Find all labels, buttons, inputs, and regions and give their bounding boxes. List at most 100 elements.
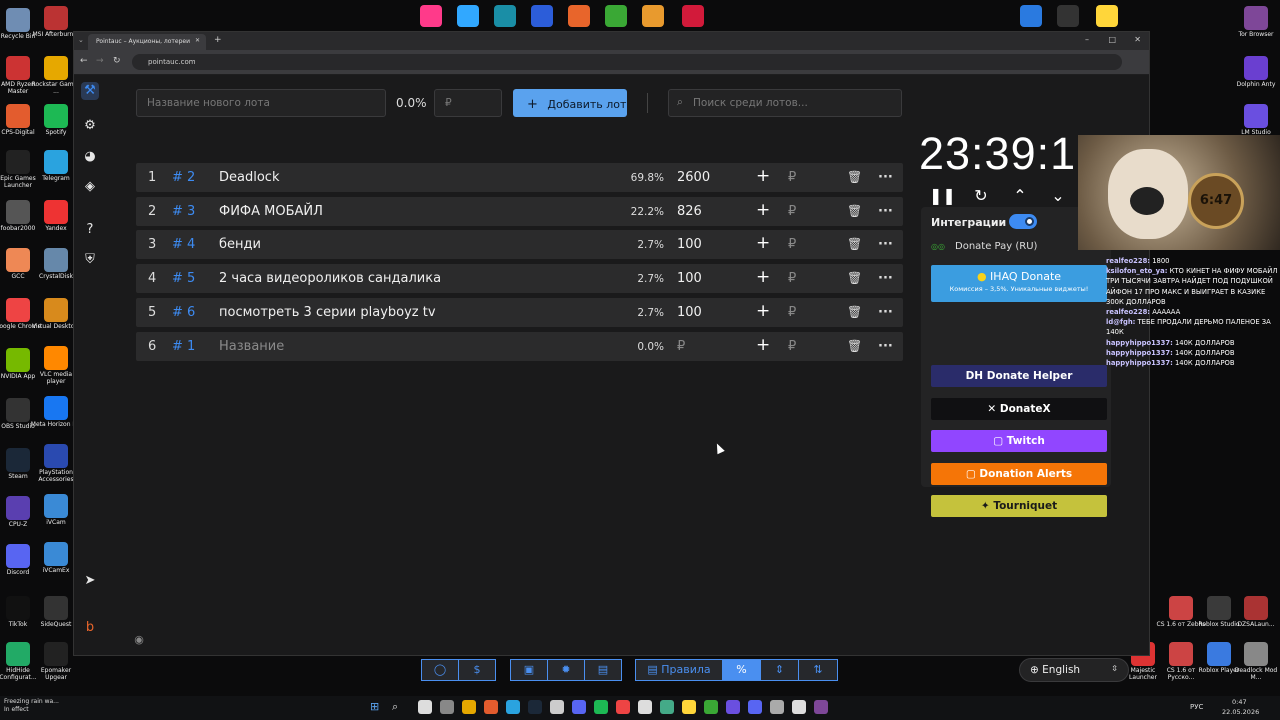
desktop-icon[interactable]: DZSALaun... <box>1230 596 1280 629</box>
desktop-icon[interactable]: Deadlock Mod M... <box>1230 642 1280 682</box>
taskbar-app-icon[interactable] <box>506 700 520 714</box>
start-icon[interactable]: ⊞ <box>370 700 379 713</box>
taskbar-app-icon[interactable] <box>572 700 586 714</box>
taskbar-app-icon[interactable] <box>660 700 674 714</box>
lot-amount[interactable]: 100 <box>677 237 702 252</box>
more-options-icon[interactable]: ··· <box>878 339 893 354</box>
add-amount-icon[interactable]: + <box>756 301 770 321</box>
sort-icon[interactable]: ⇅ <box>798 659 838 681</box>
taskbar-app-icon[interactable] <box>770 700 784 714</box>
search-lots-input[interactable]: ⌕ Поиск среди лотов... <box>668 89 902 117</box>
timer-down-icon[interactable]: ⌄ <box>1047 186 1069 205</box>
taskbar-app-icon[interactable] <box>748 700 762 714</box>
lot-amount[interactable]: 100 <box>677 305 702 320</box>
app-shortcut-icon[interactable] <box>420 5 442 27</box>
bug-icon[interactable]: ✹ <box>547 659 585 681</box>
app-shortcut-icon[interactable] <box>1057 5 1079 27</box>
boosty-icon[interactable]: b <box>81 619 99 637</box>
weather-widget[interactable]: Freezing rain wa... In effect <box>4 698 59 714</box>
tab-list-icon[interactable]: ⌄ <box>78 36 84 44</box>
taskbar-app-icon[interactable] <box>726 700 740 714</box>
desktop-icon[interactable]: LM Studio <box>1230 104 1280 137</box>
add-lot-button[interactable]: + Добавить лот <box>513 89 627 117</box>
language-select[interactable]: ⊕ English ⇳ <box>1019 658 1129 682</box>
more-options-icon[interactable]: ··· <box>878 237 893 252</box>
taskbar-app-icon[interactable] <box>682 700 696 714</box>
forward-icon[interactable]: → <box>96 56 104 66</box>
taskbar-app-icon[interactable] <box>462 700 476 714</box>
help-icon[interactable]: ? <box>81 221 99 239</box>
lot-amount[interactable]: 100 <box>677 271 702 286</box>
lot-amount[interactable]: 826 <box>677 204 702 219</box>
app-shortcut-icon[interactable] <box>682 5 704 27</box>
integration-button[interactable]: ✦ Tourniquet <box>931 495 1107 517</box>
desktop-icon[interactable]: Tor Browser <box>1230 6 1280 39</box>
browser-tab[interactable]: Pointauc – Аукционы, лотереи ✕ <box>88 34 206 50</box>
lot-name[interactable]: бенди <box>219 237 261 252</box>
taskbar-app-icon[interactable] <box>440 700 454 714</box>
taskbar-app-icon[interactable] <box>594 700 608 714</box>
taskbar-app-icon[interactable] <box>638 700 652 714</box>
integration-button[interactable]: ▢ Twitch <box>931 430 1107 452</box>
lot-name[interactable]: Deadlock <box>219 170 279 185</box>
taskbar-search-icon[interactable]: ⌕ <box>392 700 398 714</box>
telegram-icon[interactable]: ➤ <box>81 572 99 590</box>
new-tab-icon[interactable]: + <box>214 35 222 45</box>
integrations-toggle[interactable] <box>1009 214 1037 229</box>
shield-icon[interactable]: ⛨ <box>81 251 99 269</box>
compress-icon[interactable]: ⇕ <box>760 659 799 681</box>
amount-input[interactable]: ₽ <box>788 305 796 320</box>
tab-close-icon[interactable]: ✕ <box>195 37 200 44</box>
add-amount-icon[interactable]: + <box>756 335 770 355</box>
rules-button[interactable]: ▤ Правила <box>635 659 723 681</box>
taskbar-app-icon[interactable] <box>528 700 542 714</box>
lot-name[interactable]: посмотреть 3 серии playboyz tv <box>219 305 436 320</box>
trash-icon[interactable]: 🗑 <box>847 339 862 353</box>
minimize-icon[interactable]: – <box>1085 35 1089 44</box>
app-shortcut-icon[interactable] <box>1096 5 1118 27</box>
app-shortcut-icon[interactable] <box>605 5 627 27</box>
more-options-icon[interactable]: ··· <box>878 170 893 185</box>
amount-input[interactable]: ₽ <box>788 204 796 219</box>
add-amount-icon[interactable]: + <box>756 233 770 253</box>
save-icon[interactable]: ▣ <box>510 659 548 681</box>
auction-hammer-icon[interactable]: ⚒ <box>81 82 99 100</box>
github-icon[interactable]: ◯ <box>421 659 459 681</box>
visibility-eye-icon[interactable]: ◉ <box>130 631 148 649</box>
percent-toggle[interactable]: % <box>722 659 761 681</box>
app-shortcut-icon[interactable] <box>568 5 590 27</box>
lot-amount[interactable]: 2600 <box>677 170 710 185</box>
trash-icon[interactable]: 🗑 <box>847 271 862 285</box>
amount-input[interactable]: ₽ <box>788 271 796 286</box>
maximize-icon[interactable]: □ <box>1108 35 1116 44</box>
integration-button[interactable]: ▢ Donation Alerts <box>931 462 1107 485</box>
url-field[interactable]: pointauc.com <box>132 54 1122 70</box>
amount-input[interactable]: ₽ <box>788 237 796 252</box>
taskbar-app-icon[interactable] <box>484 700 498 714</box>
reload-icon[interactable]: ↻ <box>113 56 121 66</box>
back-icon[interactable]: ← <box>80 56 88 66</box>
add-amount-icon[interactable]: + <box>756 166 770 186</box>
new-lot-amount-input[interactable]: ₽ <box>434 89 502 117</box>
ihaq-donate-button[interactable]: ● IHAQ Donate Комиссия – 3,5%. Уникальны… <box>931 265 1107 302</box>
more-options-icon[interactable]: ··· <box>878 271 893 286</box>
layers-icon[interactable]: ◈ <box>81 178 99 196</box>
add-amount-icon[interactable]: + <box>756 200 770 220</box>
dollar-icon[interactable]: $ <box>458 659 496 681</box>
lot-name[interactable]: ФИФА МОБАЙЛ <box>219 204 323 219</box>
delete-all-icon[interactable]: ▤ <box>584 659 622 681</box>
app-shortcut-icon[interactable] <box>642 5 664 27</box>
amount-input[interactable]: ₽ <box>788 170 796 185</box>
lot-name[interactable]: 2 часа видеороликов сандалика <box>219 271 441 286</box>
close-window-icon[interactable]: ✕ <box>1134 35 1141 44</box>
reset-timer-icon[interactable]: ↻ <box>970 186 992 205</box>
taskbar-app-icon[interactable] <box>814 700 828 714</box>
trash-icon[interactable]: 🗑 <box>847 237 862 251</box>
taskbar-app-icon[interactable] <box>792 700 806 714</box>
pause-icon[interactable]: ❚❚ <box>929 186 956 205</box>
trash-icon[interactable]: 🗑 <box>847 170 862 184</box>
trash-icon[interactable]: 🗑 <box>847 204 862 218</box>
app-shortcut-icon[interactable] <box>457 5 479 27</box>
trash-icon[interactable]: 🗑 <box>847 305 862 319</box>
app-shortcut-icon[interactable] <box>1020 5 1042 27</box>
